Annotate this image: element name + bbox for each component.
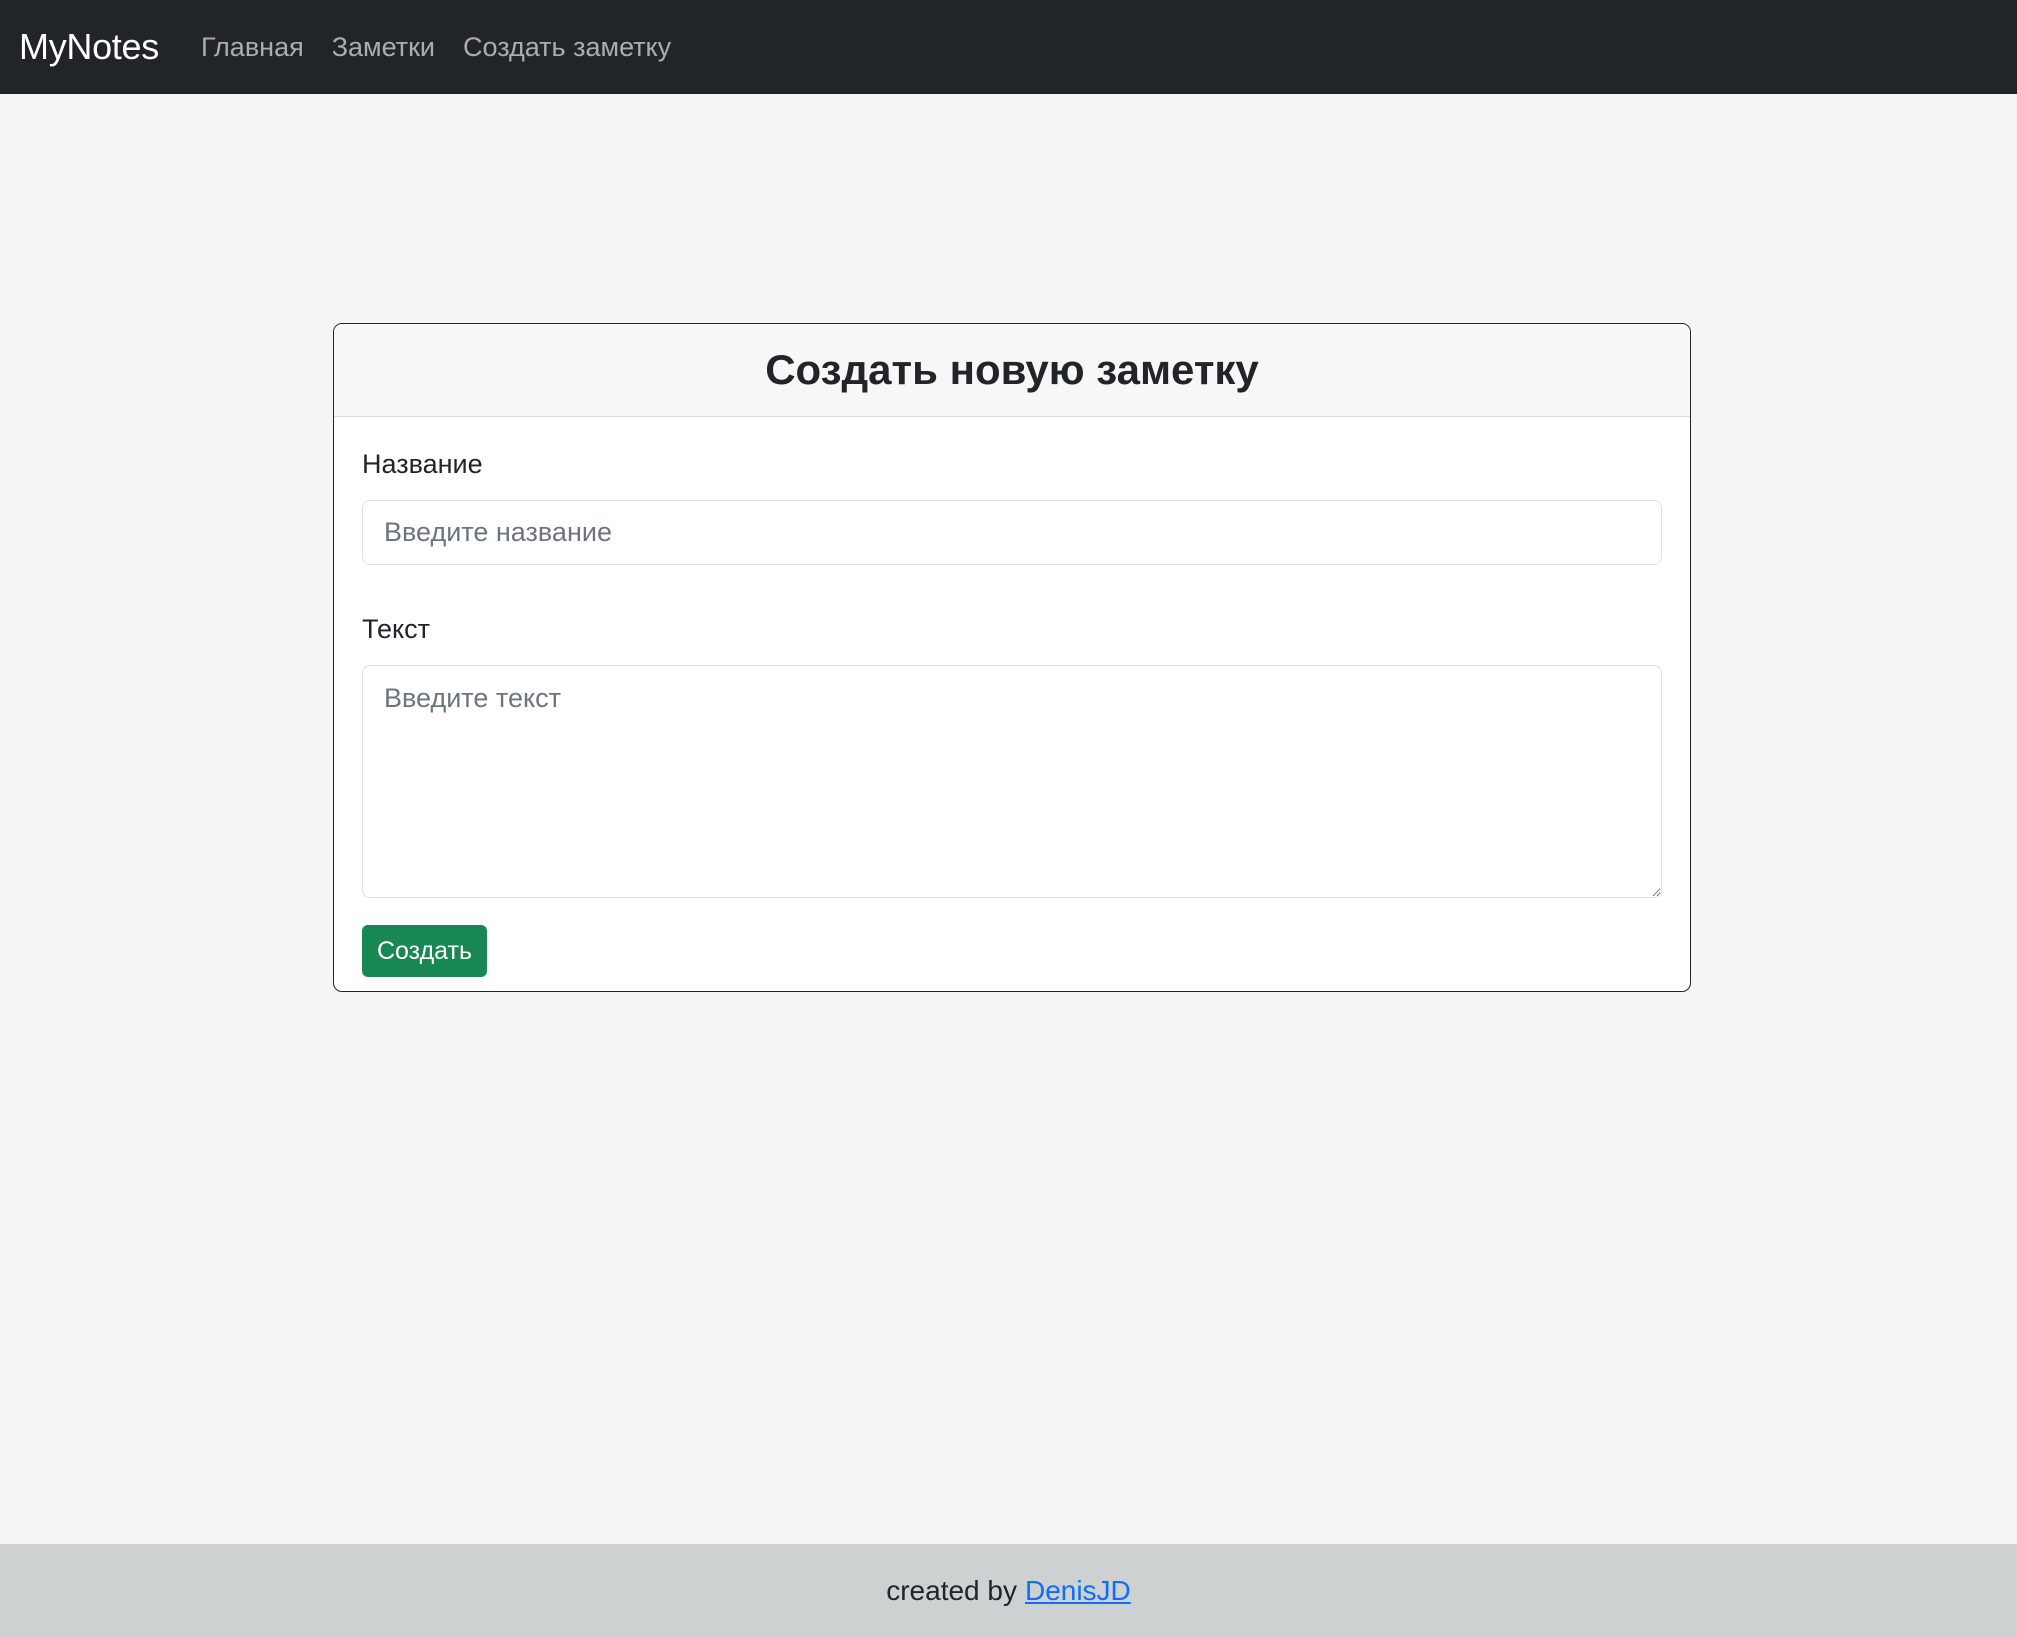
author-link[interactable]: DenisJD xyxy=(1025,1575,1131,1607)
brand-link[interactable]: MyNotes xyxy=(19,26,159,68)
nav-links: Главная Заметки Создать заметку xyxy=(201,32,699,63)
create-button[interactable]: Создать xyxy=(362,925,488,977)
page-title: Создать новую заметку xyxy=(765,346,1259,393)
nav-link-notes[interactable]: Заметки xyxy=(332,32,435,63)
card-body: Название Текст Создать xyxy=(334,417,1690,977)
create-note-card: Создать новую заметку Название Текст Соз… xyxy=(333,323,1691,992)
title-form-group: Название xyxy=(362,449,1662,565)
top-navbar: MyNotes Главная Заметки Создать заметку xyxy=(0,0,2017,94)
text-textarea[interactable] xyxy=(362,665,1662,898)
text-field-label: Текст xyxy=(362,614,430,644)
nav-link-home[interactable]: Главная xyxy=(201,32,304,63)
text-form-group: Текст xyxy=(362,614,1662,898)
nav-link-create-note[interactable]: Создать заметку xyxy=(463,32,671,63)
footer: created by DenisJD xyxy=(0,1544,2017,1637)
title-input[interactable] xyxy=(362,500,1662,565)
title-field-label: Название xyxy=(362,449,483,479)
card-header: Создать новую заметку xyxy=(334,324,1690,417)
footer-prefix: created by xyxy=(886,1574,1017,1606)
